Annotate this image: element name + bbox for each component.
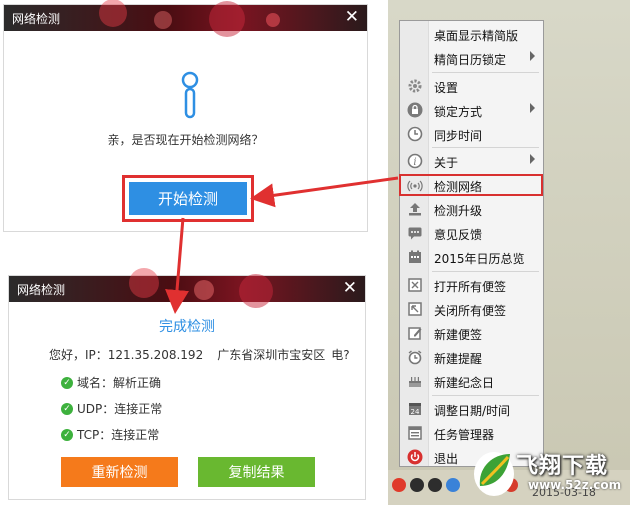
signal-icon <box>407 180 423 192</box>
feixiang-logo: 飞翔下载 www.52z.com <box>458 444 628 502</box>
qq-tray-icon[interactable] <box>410 478 424 492</box>
context-menu: 桌面显示精简版 精简日历锁定 设置 锁定方式 同步时间 i 关于 检测网络 检测… <box>399 20 544 467</box>
task-icon <box>408 426 422 440</box>
menu-item-label: 关闭所有便签 <box>434 304 507 318</box>
note-open-icon <box>408 278 422 292</box>
leaf-logo-icon <box>474 452 514 496</box>
info-icon: i <box>407 153 423 169</box>
menu-separator <box>432 271 539 272</box>
menu-separator <box>432 147 539 148</box>
lock-icon <box>407 102 423 118</box>
start-check-button[interactable]: 开始检测 <box>129 182 247 215</box>
menu-item-label: 关于 <box>434 156 459 170</box>
menu-item-label: 精简日历锁定 <box>434 53 507 67</box>
menu-item-label: 退出 <box>434 452 459 466</box>
menu-item-label: 打开所有便签 <box>434 280 507 294</box>
menu-item-check-network[interactable]: 检测网络 <box>399 174 543 196</box>
menu-item-task-manager[interactable]: 任务管理器 <box>400 422 543 444</box>
check-icon: ✓ <box>61 402 73 415</box>
ip-info-line: 您好，IP：121.35.208.192 广东省深圳市宝安区 电? <box>49 346 350 363</box>
menu-item-label: 同步时间 <box>434 129 483 143</box>
network-result-dialog: 网络检测 ✕ 完成检测 您好，IP：121.35.208.192 广东省深圳市宝安… <box>8 268 366 500</box>
power-icon <box>407 449 423 465</box>
status-udp: ✓ UDP：连接正常 <box>61 400 162 417</box>
ip-isp: 电? <box>331 348 350 362</box>
logo-brand-text: 飞翔下载 <box>516 454 609 479</box>
menu-item-label: 调整日期/时间 <box>434 404 511 418</box>
complete-heading: 完成检测 <box>159 319 215 335</box>
menu-item-lock-mode[interactable]: 锁定方式 <box>400 99 543 121</box>
ip-greeting: 您好，IP：121.35.208.192 <box>49 348 204 362</box>
calendar-icon <box>409 250 421 263</box>
check-icon: ✓ <box>61 428 73 441</box>
close-icon[interactable]: ✕ <box>343 278 357 298</box>
retest-button[interactable]: 重新检测 <box>61 457 178 487</box>
close-icon[interactable]: ✕ <box>345 7 359 27</box>
svg-text:24: 24 <box>411 408 420 416</box>
menu-item-adjust-datetime[interactable]: 24 调整日期/时间 <box>400 398 543 420</box>
menu-item-feedback[interactable]: 意见反馈 <box>400 222 543 244</box>
menu-item-label: 设置 <box>434 81 459 95</box>
menu-separator <box>432 72 539 73</box>
copy-result-button[interactable]: 复制结果 <box>198 457 315 487</box>
menu-item-label: 锁定方式 <box>434 105 483 119</box>
submenu-arrow-icon <box>530 51 535 61</box>
status-dns: ✓ 域名：解析正确 <box>61 374 161 391</box>
menu-item-label: 新建便签 <box>434 328 483 342</box>
gear-icon <box>408 79 422 93</box>
status-label: 域名：解析正确 <box>77 376 162 390</box>
ip-location: 广东省深圳市宝安区 <box>217 348 326 362</box>
menu-item-label: 2015年日历总览 <box>434 252 525 266</box>
status-label: UDP：连接正常 <box>77 402 163 416</box>
check-icon: ✓ <box>61 376 73 389</box>
menu-separator <box>432 395 539 396</box>
menu-item-label: 检测升级 <box>434 204 483 218</box>
logo-url-text: www.52z.com <box>528 478 622 492</box>
menu-item-compact-display[interactable]: 桌面显示精简版 <box>400 23 543 45</box>
network-probe-icon <box>181 71 199 119</box>
menu-item-label: 任务管理器 <box>434 428 495 442</box>
submenu-arrow-icon <box>530 103 535 113</box>
menu-item-label: 检测网络 <box>434 180 483 194</box>
menu-item-new-note[interactable]: 新建便签 <box>400 322 543 344</box>
start-prompt-text: 亲，是否现在开始检测网络？ <box>107 133 264 147</box>
menu-item-close-notes[interactable]: 关闭所有便签 <box>400 298 543 320</box>
dialog-titlebar: 网络检测 ✕ <box>9 268 365 308</box>
date-icon: 24 <box>409 403 421 416</box>
dialog-titlebar: 网络检测 ✕ <box>4 0 367 37</box>
menu-item-compact-lock[interactable]: 精简日历锁定 <box>400 47 543 69</box>
submenu-arrow-icon <box>530 154 535 164</box>
status-tcp: ✓ TCP：连接正常 <box>61 426 159 443</box>
network-check-dialog: 网络检测 ✕ 亲，是否现在开始检测网络？ 开始检测 <box>3 0 368 232</box>
clock-icon <box>407 126 423 142</box>
menu-item-sync-time[interactable]: 同步时间 <box>400 123 543 145</box>
svg-text:i: i <box>413 157 416 168</box>
upload-icon <box>409 203 421 216</box>
qq-tray-icon[interactable] <box>392 478 406 492</box>
menu-item-label: 新建纪念日 <box>434 376 495 390</box>
menu-item-about[interactable]: i 关于 <box>400 150 543 172</box>
menu-item-label: 意见反馈 <box>434 228 483 242</box>
menu-item-check-update[interactable]: 检测升级 <box>400 198 543 220</box>
menu-item-open-notes[interactable]: 打开所有便签 <box>400 274 543 296</box>
dialog-title: 网络检测 <box>17 283 66 297</box>
status-label: TCP：连接正常 <box>77 428 160 442</box>
menu-item-label: 新建提醒 <box>434 352 483 366</box>
menu-item-settings[interactable]: 设置 <box>400 75 543 97</box>
dialog-title: 网络检测 <box>12 12 61 26</box>
start-button-highlight: 开始检测 <box>122 175 254 222</box>
menu-item-label: 桌面显示精简版 <box>434 29 519 43</box>
menu-item-new-anniversary[interactable]: 新建纪念日 <box>400 370 543 392</box>
note-close-icon <box>408 302 422 316</box>
note-edit-icon <box>408 327 422 340</box>
cake-icon <box>409 377 421 387</box>
alarm-icon <box>408 350 422 365</box>
qq-tray-icon[interactable] <box>428 478 442 492</box>
chat-icon <box>408 227 422 240</box>
menu-item-new-reminder[interactable]: 新建提醒 <box>400 346 543 368</box>
menu-item-calendar-overview[interactable]: 2015年日历总览 <box>400 246 543 268</box>
